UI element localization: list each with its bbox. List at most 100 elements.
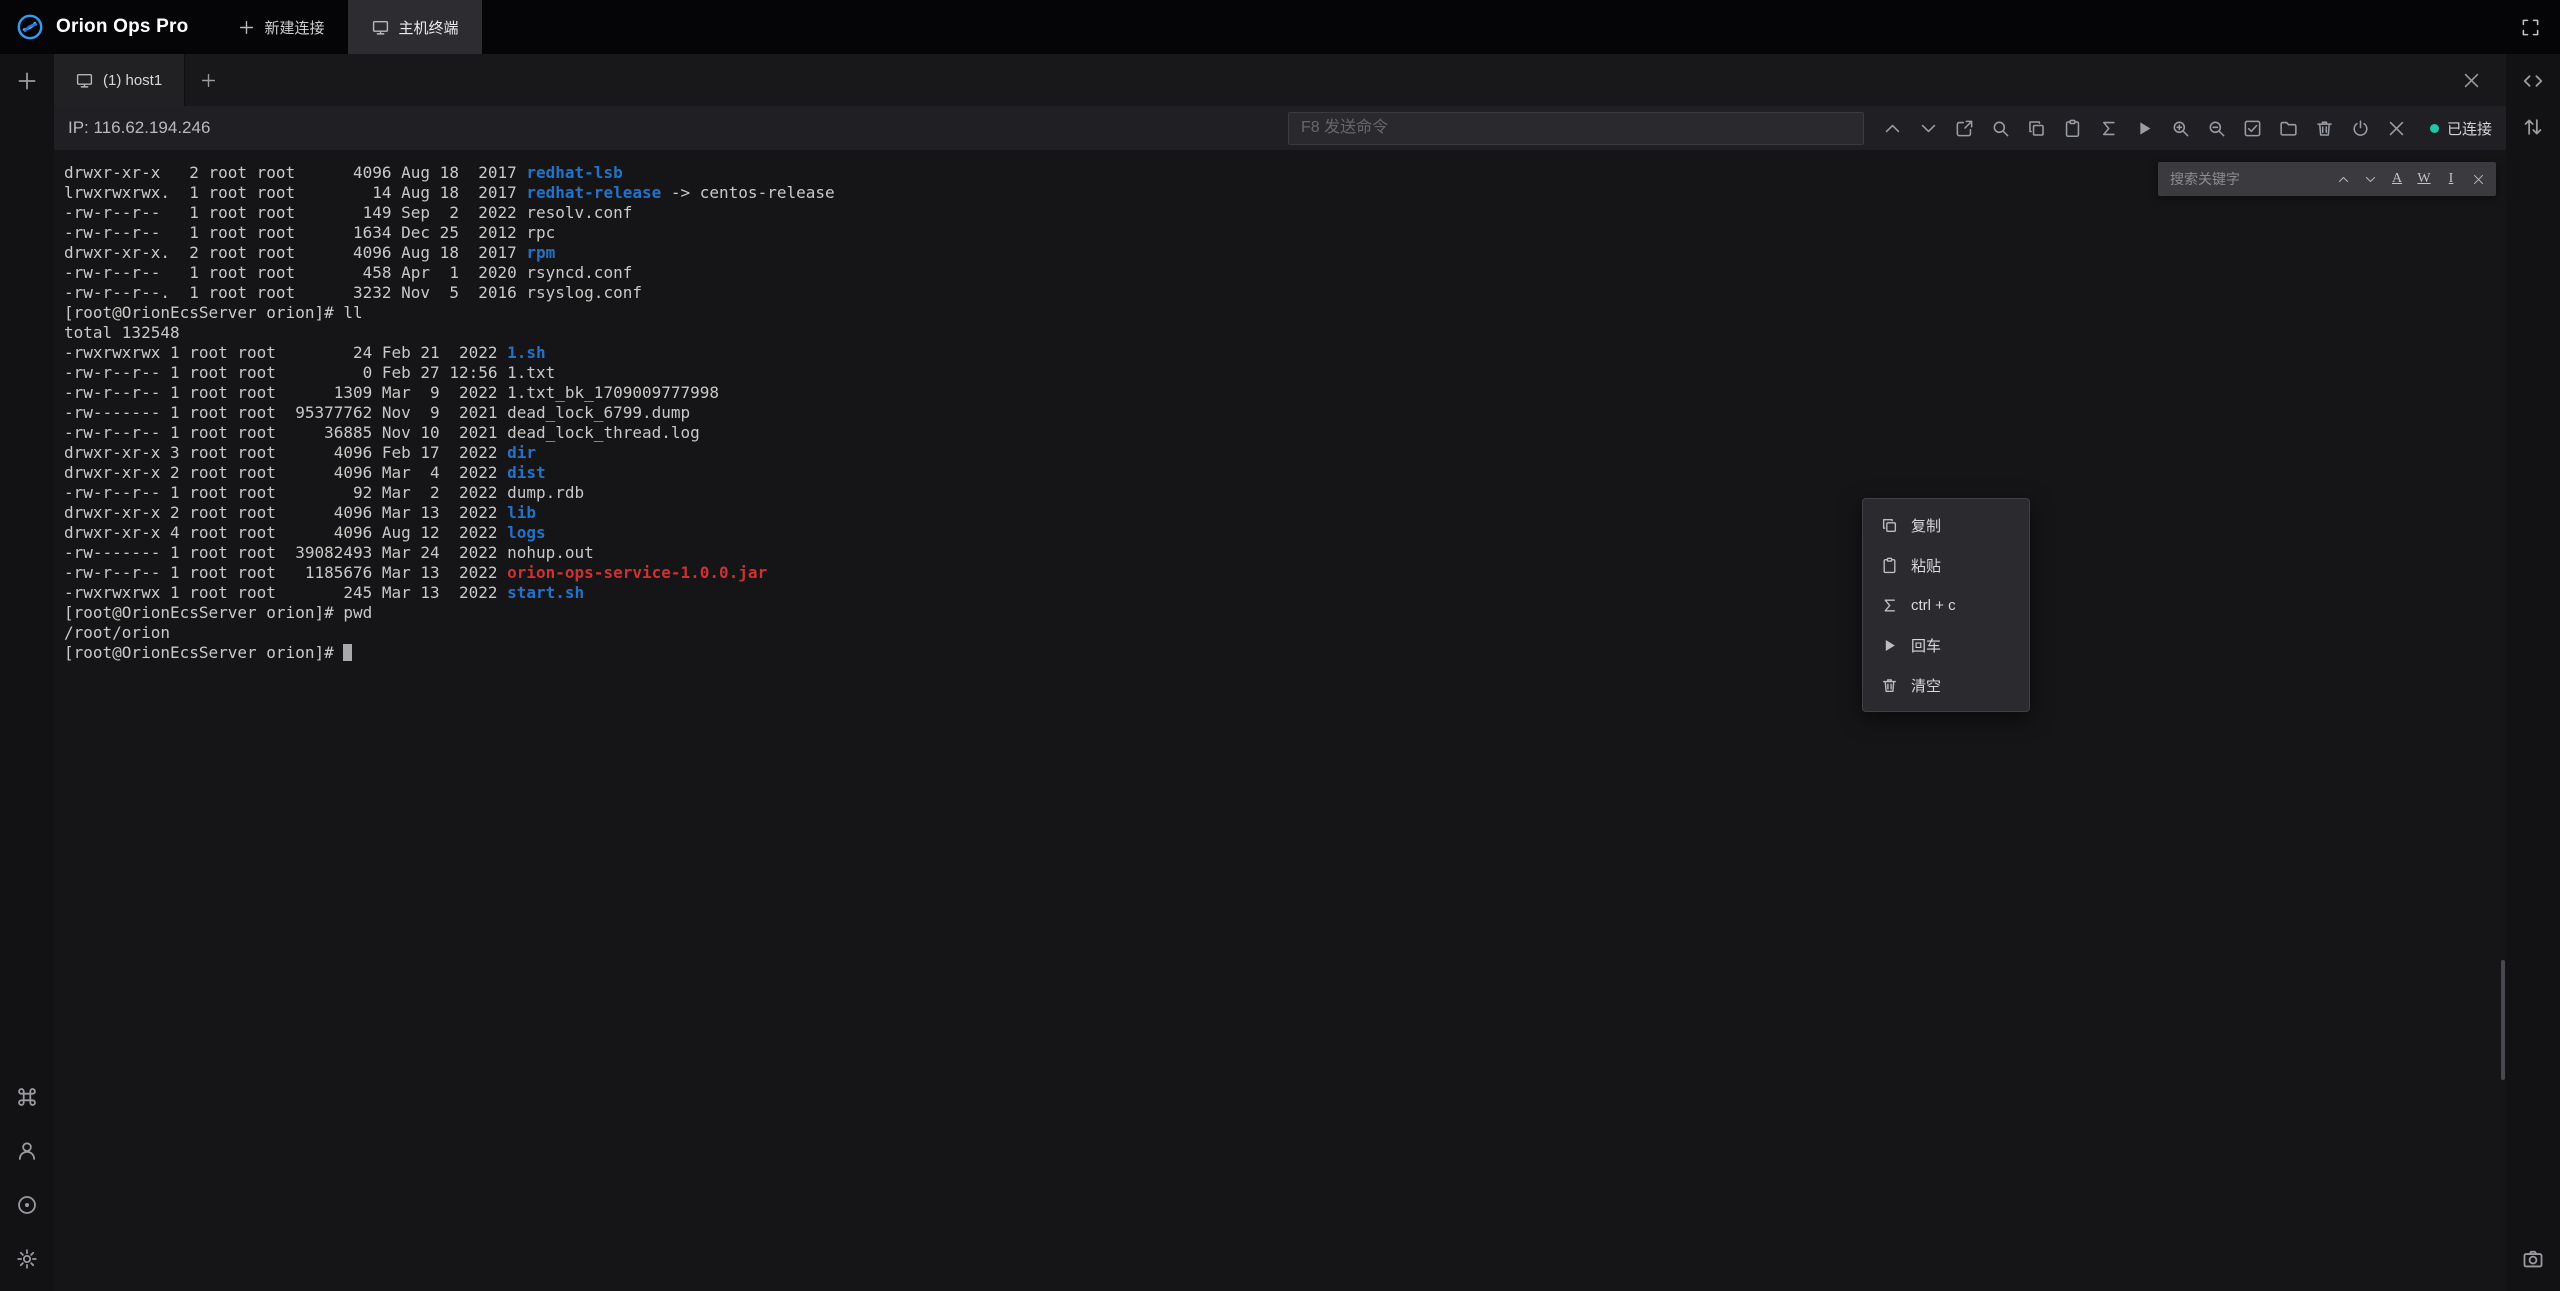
command-icon: [16, 1086, 38, 1108]
scroll-down-button[interactable]: [1914, 113, 1944, 143]
select-all-button[interactable]: [2238, 113, 2268, 143]
right-sidebar: [2506, 54, 2560, 1291]
close-terminal-button[interactable]: [2382, 113, 2412, 143]
fullscreen-button[interactable]: [2515, 12, 2545, 42]
match-case-button[interactable]: A: [2387, 169, 2407, 189]
host-ip-label: IP: 116.62.194.246: [68, 118, 210, 138]
add-tab-button[interactable]: [185, 54, 231, 106]
close-search-button[interactable]: [2468, 169, 2488, 189]
left-sidebar-bottom: [9, 1079, 45, 1291]
swap-vertical-button[interactable]: [2515, 109, 2551, 145]
open-window-button[interactable]: [1950, 113, 1980, 143]
terminal-line: lrwxrwxrwx. 1 root root 14 Aug 18 2017 r…: [64, 183, 835, 203]
context-menu-ctrl-c[interactable]: ctrl + c: [1863, 585, 2029, 625]
folder-icon: [2279, 119, 2298, 138]
context-menu-clear[interactable]: 清空: [1863, 665, 2029, 705]
menu-new-connection-label: 新建连接: [264, 17, 324, 38]
theme-icon: [16, 1194, 38, 1216]
terminal-line: -rw-r--r-- 1 root root 1634 Dec 25 2012 …: [64, 223, 835, 243]
terminal-tab-host1[interactable]: (1) host1: [54, 54, 185, 106]
zoom-out-icon: [2207, 119, 2226, 138]
close-icon: [2387, 119, 2406, 138]
user-button[interactable]: [9, 1133, 45, 1169]
terminal-line: -rw------- 1 root root 95377762 Nov 9 20…: [64, 403, 835, 423]
find-next-button[interactable]: [2360, 169, 2380, 189]
paste-button[interactable]: [2058, 113, 2088, 143]
terminal-screen[interactable]: drwxr-xr-x 2 root root 4096 Aug 18 2017 …: [54, 150, 2506, 1291]
terminal-line: -rwxrwxrwx 1 root root 24 Feb 21 2022 1.…: [64, 343, 835, 363]
zoom-out-button[interactable]: [2202, 113, 2232, 143]
right-sidebar-bottom: [2515, 1241, 2551, 1291]
left-sidebar: [0, 54, 54, 1291]
menu-new-connection[interactable]: 新建连接: [214, 0, 348, 54]
whole-word-button[interactable]: W: [2414, 169, 2434, 189]
zoom-in-button[interactable]: [2166, 113, 2196, 143]
settings-button[interactable]: [9, 1241, 45, 1277]
plus-icon: [238, 19, 255, 36]
fullscreen-icon: [2521, 18, 2540, 37]
terminal-line: total 132548: [64, 323, 835, 343]
context-menu-paste[interactable]: 粘贴: [1863, 545, 2029, 585]
monitor-icon: [372, 19, 389, 36]
context-menu-enter-label: 回车: [1911, 635, 1941, 656]
disconnect-button[interactable]: [2346, 113, 2376, 143]
clear-screen-button[interactable]: [2310, 113, 2340, 143]
terminal-line: -rw-r--r-- 1 root root 1309 Mar 9 2022 1…: [64, 383, 835, 403]
command-palette-button[interactable]: [9, 1079, 45, 1115]
terminal-line: drwxr-xr-x 3 root root 4096 Feb 17 2022 …: [64, 443, 835, 463]
theme-button[interactable]: [9, 1187, 45, 1223]
terminal-scrollbar-thumb[interactable]: [2501, 960, 2505, 1080]
terminal-toolbar: IP: 116.62.194.246 已连接: [54, 106, 2506, 150]
new-terminal-button[interactable]: [9, 63, 45, 99]
power-icon: [2351, 119, 2370, 138]
play-icon: [1881, 637, 1898, 654]
app-logo-icon: [16, 13, 44, 41]
tab-bar: (1) host1: [54, 54, 2506, 106]
regex-button[interactable]: I: [2441, 169, 2461, 189]
paste-icon: [1881, 557, 1898, 574]
open-window-icon: [1955, 119, 1974, 138]
search-button[interactable]: [1986, 113, 2016, 143]
close-icon: [2462, 71, 2481, 90]
terminal-line: -rw-r--r-- 1 root root 0 Feb 27 12:56 1.…: [64, 363, 835, 383]
chevron-up-icon: [2337, 173, 2350, 186]
terminal-line: -rw-r--r-- 1 root root 36885 Nov 10 2021…: [64, 423, 835, 443]
close-all-tabs-button[interactable]: [2456, 65, 2486, 95]
copy-icon: [1881, 517, 1898, 534]
context-menu-ctrl-c-label: ctrl + c: [1911, 597, 1956, 614]
context-menu-clear-label: 清空: [1911, 675, 1941, 696]
code-view-button[interactable]: [2515, 63, 2551, 99]
app-brand: Orion Ops Pro: [0, 0, 214, 54]
search-input[interactable]: [2170, 171, 2326, 187]
terminal-cursor: [343, 644, 352, 661]
camera-icon: [2522, 1248, 2544, 1270]
copy-icon: [2027, 119, 2046, 138]
copy-button[interactable]: [2022, 113, 2052, 143]
context-menu-enter[interactable]: 回车: [1863, 625, 2029, 665]
context-menu-copy[interactable]: 复制: [1863, 505, 2029, 545]
terminal-line: /root/orion: [64, 623, 835, 643]
close-icon: [2472, 173, 2485, 186]
app-title: Orion Ops Pro: [56, 16, 188, 38]
sftp-button[interactable]: [2274, 113, 2304, 143]
scroll-up-button[interactable]: [1878, 113, 1908, 143]
terminal-output: drwxr-xr-x 2 root root 4096 Aug 18 2017 …: [64, 163, 835, 663]
connection-status: 已连接: [2426, 118, 2492, 139]
ctrl-c-button[interactable]: [2094, 113, 2124, 143]
send-command-input[interactable]: [1288, 112, 1864, 145]
terminal-line: -rw-r--r-- 1 root root 458 Apr 1 2020 rs…: [64, 263, 835, 283]
sigma-icon: [2099, 119, 2118, 138]
find-previous-button[interactable]: [2333, 169, 2353, 189]
terminal-line: -rw-r--r-- 1 root root 92 Mar 2 2022 dum…: [64, 483, 835, 503]
screenshot-button[interactable]: [2515, 1241, 2551, 1277]
play-icon: [2135, 119, 2154, 138]
send-enter-button[interactable]: [2130, 113, 2160, 143]
chevron-down-icon: [1919, 119, 1938, 138]
terminal-line: drwxr-xr-x 2 root root 4096 Mar 13 2022 …: [64, 503, 835, 523]
monitor-icon: [76, 72, 93, 89]
user-icon: [16, 1140, 38, 1162]
terminal-line: drwxr-xr-x 2 root root 4096 Mar 4 2022 d…: [64, 463, 835, 483]
toolbar-icon-group: [1878, 113, 2412, 143]
swap-vertical-icon: [2522, 116, 2544, 138]
menu-host-terminal[interactable]: 主机终端: [348, 0, 482, 54]
